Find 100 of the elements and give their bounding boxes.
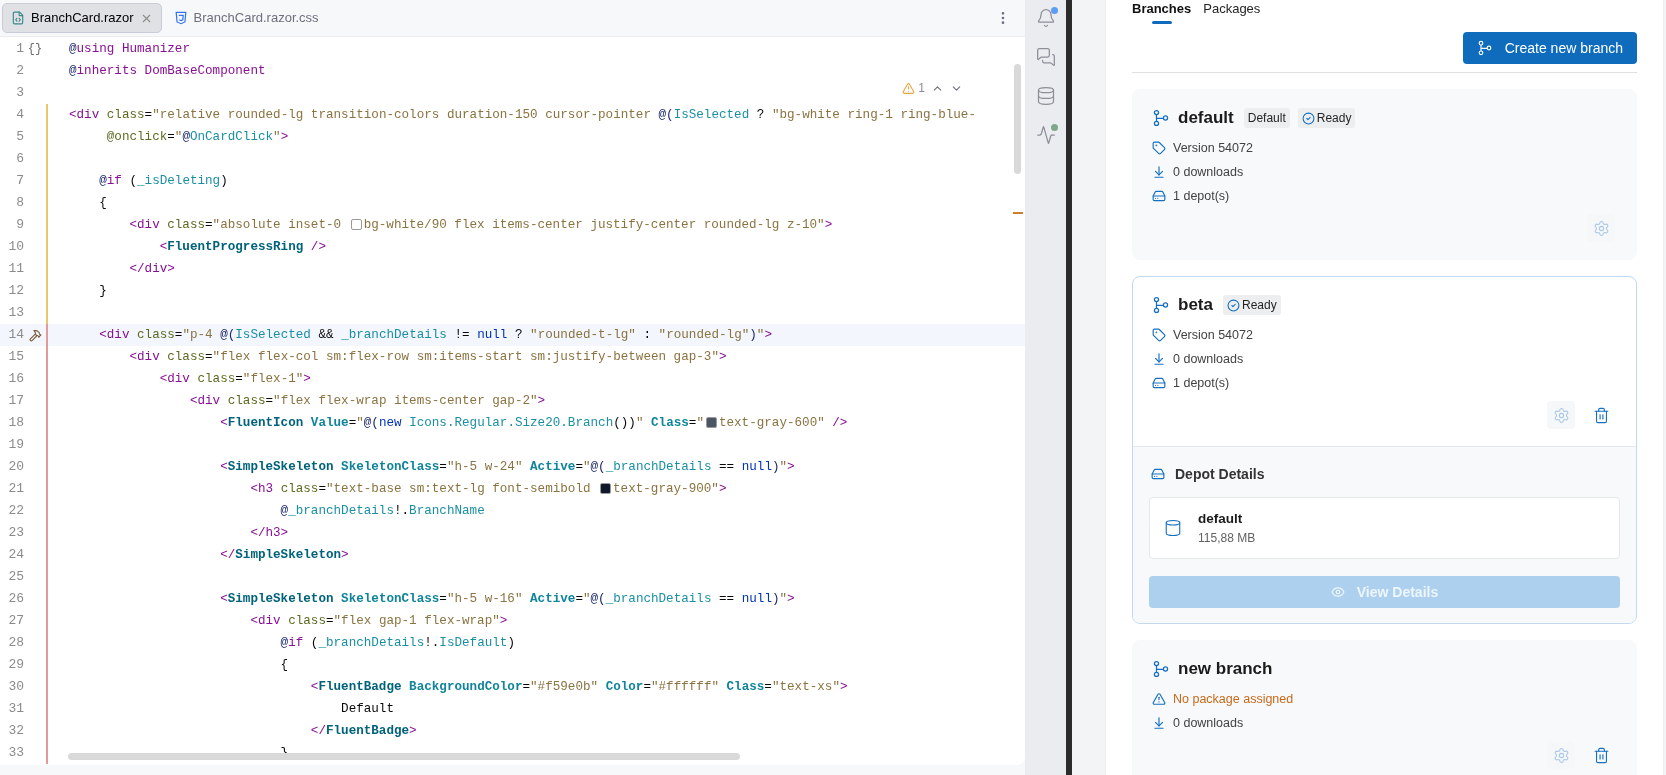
branch-icon	[1152, 660, 1170, 678]
code-line: @_branchDetails!.BranchName	[279, 502, 485, 520]
line-number: 1	[15, 40, 24, 59]
line-number: 3	[15, 84, 24, 103]
line-number: 8	[15, 194, 24, 213]
drive-icon	[1152, 376, 1166, 390]
bell-icon[interactable]	[1035, 8, 1056, 28]
line-number: 28	[7, 634, 24, 653]
line-number: 4	[15, 106, 24, 125]
line-number: 30	[7, 678, 24, 697]
depot-name: default	[1198, 509, 1244, 528]
line-number: 7	[15, 172, 24, 191]
code-line: <FluentBadge BackgroundColor="#f59e0b" Color="#ffffff" Class="text-xs">	[309, 678, 848, 696]
gear-icon	[1552, 406, 1570, 424]
line-number: 31	[7, 700, 24, 719]
scrollbar-thumb[interactable]	[68, 753, 740, 760]
code-line: <div class="p-4 @(IsSelected && _branchDetails != null ? "rounded-t-lg" : "rounded-lg")">	[98, 326, 772, 344]
code-text: text-gray-900">	[613, 480, 727, 498]
code-line: <div class="flex flex-col sm:flex-row sm:items-start sm:justify-between gap-3">	[128, 348, 727, 366]
line-number: 29	[7, 656, 24, 675]
line-number: 13	[7, 304, 24, 323]
line-number: 22	[7, 502, 24, 521]
line-number: 26	[7, 590, 24, 609]
line-number: 10	[7, 238, 24, 257]
download-icon	[1152, 716, 1166, 730]
code-structure-icon[interactable]: {}	[27, 40, 43, 58]
activity-icon[interactable]	[1035, 125, 1056, 145]
default-badge: Default	[1243, 108, 1290, 128]
branch-icon	[1152, 296, 1170, 314]
hammer-icon[interactable]	[28, 328, 42, 342]
code-line: <div class="relative rounded-lg transition-colors duration-150 cursor-pointer @(IsSelected ? "bg-white ring-1 ring-blue-	[69, 106, 976, 124]
code-line: }	[98, 282, 107, 300]
eye-icon	[1330, 585, 1345, 599]
code-text: <div class="absolute inset-0	[128, 216, 343, 234]
meta-text: 1 depot(s)	[1173, 374, 1230, 392]
meta-text: Version 54072	[1173, 139, 1253, 157]
error-stripe-mark	[1013, 212, 1023, 214]
code-line: {	[98, 194, 107, 212]
code-line: {	[279, 656, 289, 674]
create-branch-button[interactable]: Create new branch	[1462, 32, 1637, 64]
line-number: 21	[7, 480, 24, 499]
database-icon[interactable]	[1035, 86, 1056, 106]
code-line: </div>	[128, 260, 175, 278]
tab[interactable]: Branches	[1132, 0, 1192, 24]
download-icon	[1152, 165, 1166, 179]
cylinder-icon	[1164, 519, 1182, 537]
code-text: bg-white/90 flex items-center justify-center rounded-lg z-10">	[363, 216, 833, 234]
code-line: @onclick="@OnCardClick">	[105, 128, 289, 146]
line-number: 12	[7, 282, 24, 301]
depot-size: 115,88 MB	[1198, 530, 1256, 548]
settings-button[interactable]	[1547, 401, 1575, 429]
branch-name: new branch	[1178, 658, 1273, 681]
gear-icon	[1592, 219, 1610, 237]
check-circle-icon	[1226, 298, 1240, 312]
line-number: 18	[7, 414, 24, 433]
code-line: @inherits DomBaseComponent	[69, 62, 266, 80]
depot-card[interactable]: default 115,88 MB	[1149, 497, 1620, 559]
code-line: </h3>	[249, 524, 289, 542]
code-line: @if (_branchDetails!.IsDefault)	[279, 634, 515, 652]
line-number: 15	[7, 348, 24, 367]
line-number: 24	[7, 546, 24, 565]
branch-name: beta	[1178, 294, 1213, 317]
line-number: 19	[7, 436, 24, 455]
code-text: <FluentIcon Value="@(new Icons.Regular.Size20.Branch())" Class="	[219, 414, 704, 432]
code-line: </SimpleSkeleton>	[219, 546, 349, 564]
branch-icon	[1152, 109, 1170, 127]
drive-icon	[1151, 467, 1165, 481]
code-line: <div class="flex-1">	[158, 370, 311, 388]
branch-card[interactable]: default Default Ready Version 54072 0 downloads 1 depot(s)	[1132, 89, 1637, 260]
shield-icon	[173, 11, 188, 25]
tab-label: BranchCard.razor	[31, 9, 134, 28]
warning-icon	[1152, 692, 1166, 706]
meta-text: 0 downloads	[1173, 350, 1244, 368]
file-tab[interactable]: BranchCard.razor	[2, 3, 162, 33]
branch-name: default	[1178, 107, 1234, 130]
status-badge: Ready	[1222, 295, 1281, 315]
line-number: 2	[15, 62, 24, 81]
tab[interactable]: Packages	[1203, 0, 1261, 24]
meta-text: 1 depot(s)	[1173, 187, 1230, 205]
line-number: 16	[7, 370, 24, 389]
meta-text: 0 downloads	[1173, 163, 1244, 181]
check-circle-icon	[1301, 111, 1315, 125]
code-line: </FluentBadge>	[309, 722, 417, 740]
chat-icon[interactable]	[1035, 47, 1056, 67]
code-line: <FluentProgressRing />	[158, 238, 326, 256]
branch-card[interactable]: new branch No package assigned 0 downloads	[1132, 640, 1637, 775]
meta-text: 0 downloads	[1173, 714, 1244, 732]
scrollbar-thumb[interactable]	[1014, 64, 1021, 174]
meta-text: Version 54072	[1173, 326, 1253, 344]
warning-icon[interactable]	[902, 81, 916, 95]
line-number: 25	[7, 568, 24, 587]
code-file-icon	[11, 11, 25, 25]
code-line: @if (_isDeleting)	[98, 172, 228, 190]
section-title: Depot Details	[1175, 464, 1265, 484]
line-number: 33	[7, 744, 24, 763]
file-tab[interactable]: BranchCard.razor.css	[165, 3, 327, 33]
code-line: <SimpleSkeleton SkeletonClass="h-5 w-16" Active="@(_branchDetails == null)">	[219, 590, 795, 608]
download-icon	[1152, 352, 1166, 366]
line-number: 20	[7, 458, 24, 477]
line-number: 6	[15, 150, 24, 169]
